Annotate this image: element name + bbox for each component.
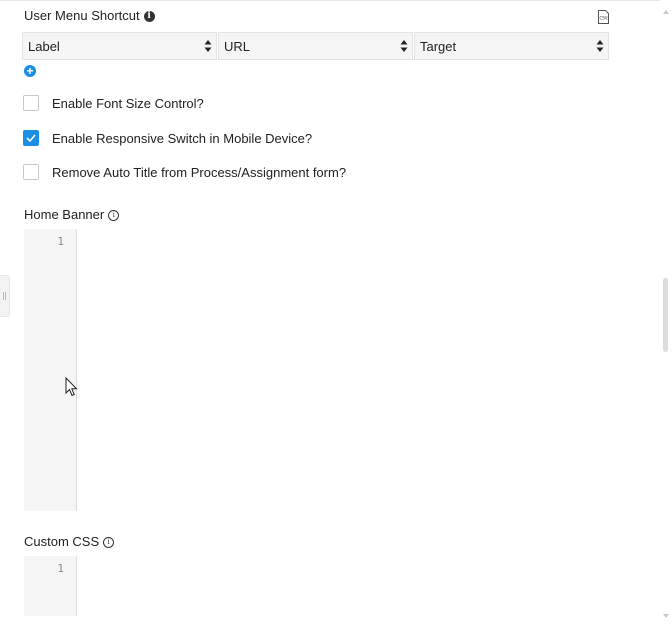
- top-divider: [0, 0, 660, 1]
- home-banner-label: Home Banner: [24, 207, 105, 222]
- sort-icon: [204, 40, 212, 52]
- line-number: 1: [57, 235, 64, 248]
- column-header-url[interactable]: URL: [218, 32, 413, 60]
- remove-auto-title-label: Remove Auto Title from Process/Assignmen…: [52, 165, 347, 180]
- responsive-switch-checkbox[interactable]: [23, 130, 39, 146]
- column-header-url-text: URL: [224, 39, 251, 54]
- custom-css-editor-gutter: 1: [24, 556, 77, 616]
- csv-icon-text: CSV: [599, 16, 607, 21]
- font-size-control-label: Enable Font Size Control?: [52, 96, 204, 111]
- custom-css-label: Custom CSS: [24, 534, 100, 549]
- checkmark-icon: [26, 134, 36, 143]
- sort-icon: [596, 40, 604, 52]
- column-header-label-text: Label: [28, 39, 60, 54]
- info-icon[interactable]: i: [143, 11, 155, 23]
- responsive-switch-label: Enable Responsive Switch in Mobile Devic…: [52, 131, 313, 146]
- mouse-cursor-icon: [65, 376, 78, 397]
- sort-icon: [400, 40, 408, 52]
- add-row-button[interactable]: +: [24, 65, 36, 77]
- column-header-target[interactable]: Target: [414, 32, 609, 60]
- line-number: 1: [57, 562, 64, 575]
- info-icon[interactable]: i: [103, 537, 115, 549]
- home-banner-editor[interactable]: [77, 229, 657, 511]
- remove-auto-title-checkbox[interactable]: [23, 164, 39, 180]
- home-banner-header: Home Banner i: [24, 207, 120, 222]
- scroll-down-arrow-icon[interactable]: [662, 606, 670, 618]
- vertical-scrollbar-thumb[interactable]: [663, 278, 668, 352]
- panel-resize-handle[interactable]: [0, 275, 10, 317]
- custom-css-header: Custom CSS i: [24, 534, 115, 549]
- info-icon[interactable]: i: [108, 210, 120, 222]
- font-size-control-checkbox[interactable]: [23, 95, 39, 111]
- scroll-up-arrow-icon[interactable]: [662, 2, 670, 14]
- user-menu-shortcut-header: User Menu Shortcut i: [24, 8, 155, 23]
- column-header-label[interactable]: Label: [22, 32, 217, 60]
- user-menu-shortcut-title: User Menu Shortcut: [24, 8, 140, 23]
- column-header-target-text: Target: [420, 39, 457, 54]
- custom-css-editor[interactable]: [77, 556, 657, 616]
- home-banner-editor-gutter: 1: [24, 229, 77, 511]
- csv-file-icon[interactable]: CSV: [598, 10, 609, 24]
